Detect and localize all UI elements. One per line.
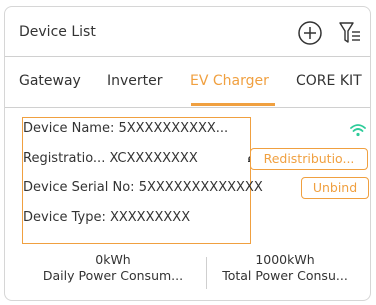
filter-icon[interactable] [338,20,362,46]
header: Device List [5,7,370,57]
redistribution-button[interactable]: Redistributio... [250,148,368,170]
total-power-label: Total Power Consu... [222,268,348,283]
active-tab-indicator [191,103,275,106]
device-registration: Registratio... XCXXXXXXXX [23,151,198,166]
daily-power-value: 0kWh [95,252,131,267]
tab-ev-charger[interactable]: EV Charger [190,73,269,89]
device-name: Device Name: 5XXXXXXXXXX... [23,121,229,136]
daily-power-label: Daily Power Consum... [42,268,184,283]
device-list-card: Device List Gateway Inverter EV Charger … [4,6,371,301]
tab-inverter[interactable]: Inverter [107,73,163,89]
device-serial-number: Device Serial No: 5XXXXXXXXXXXXX [23,180,263,195]
daily-power-stat: 0kWh Daily Power Consum... [23,252,203,284]
tab-core-kit[interactable]: CORE KIT [296,73,362,89]
wifi-icon [350,122,366,137]
device-type: Device Type: XXXXXXXXX [23,210,191,225]
page-title: Device List [19,24,96,40]
unbind-button[interactable]: Unbind [301,177,369,199]
device-type-tabs: Gateway Inverter EV Charger CORE KIT [5,58,370,108]
total-power-stat: 1000kWh Total Power Consu... [208,252,362,284]
total-power-value: 1000kWh [255,252,315,267]
stat-divider [206,257,207,289]
add-circle-icon[interactable] [297,20,323,46]
tab-gateway[interactable]: Gateway [19,73,81,89]
